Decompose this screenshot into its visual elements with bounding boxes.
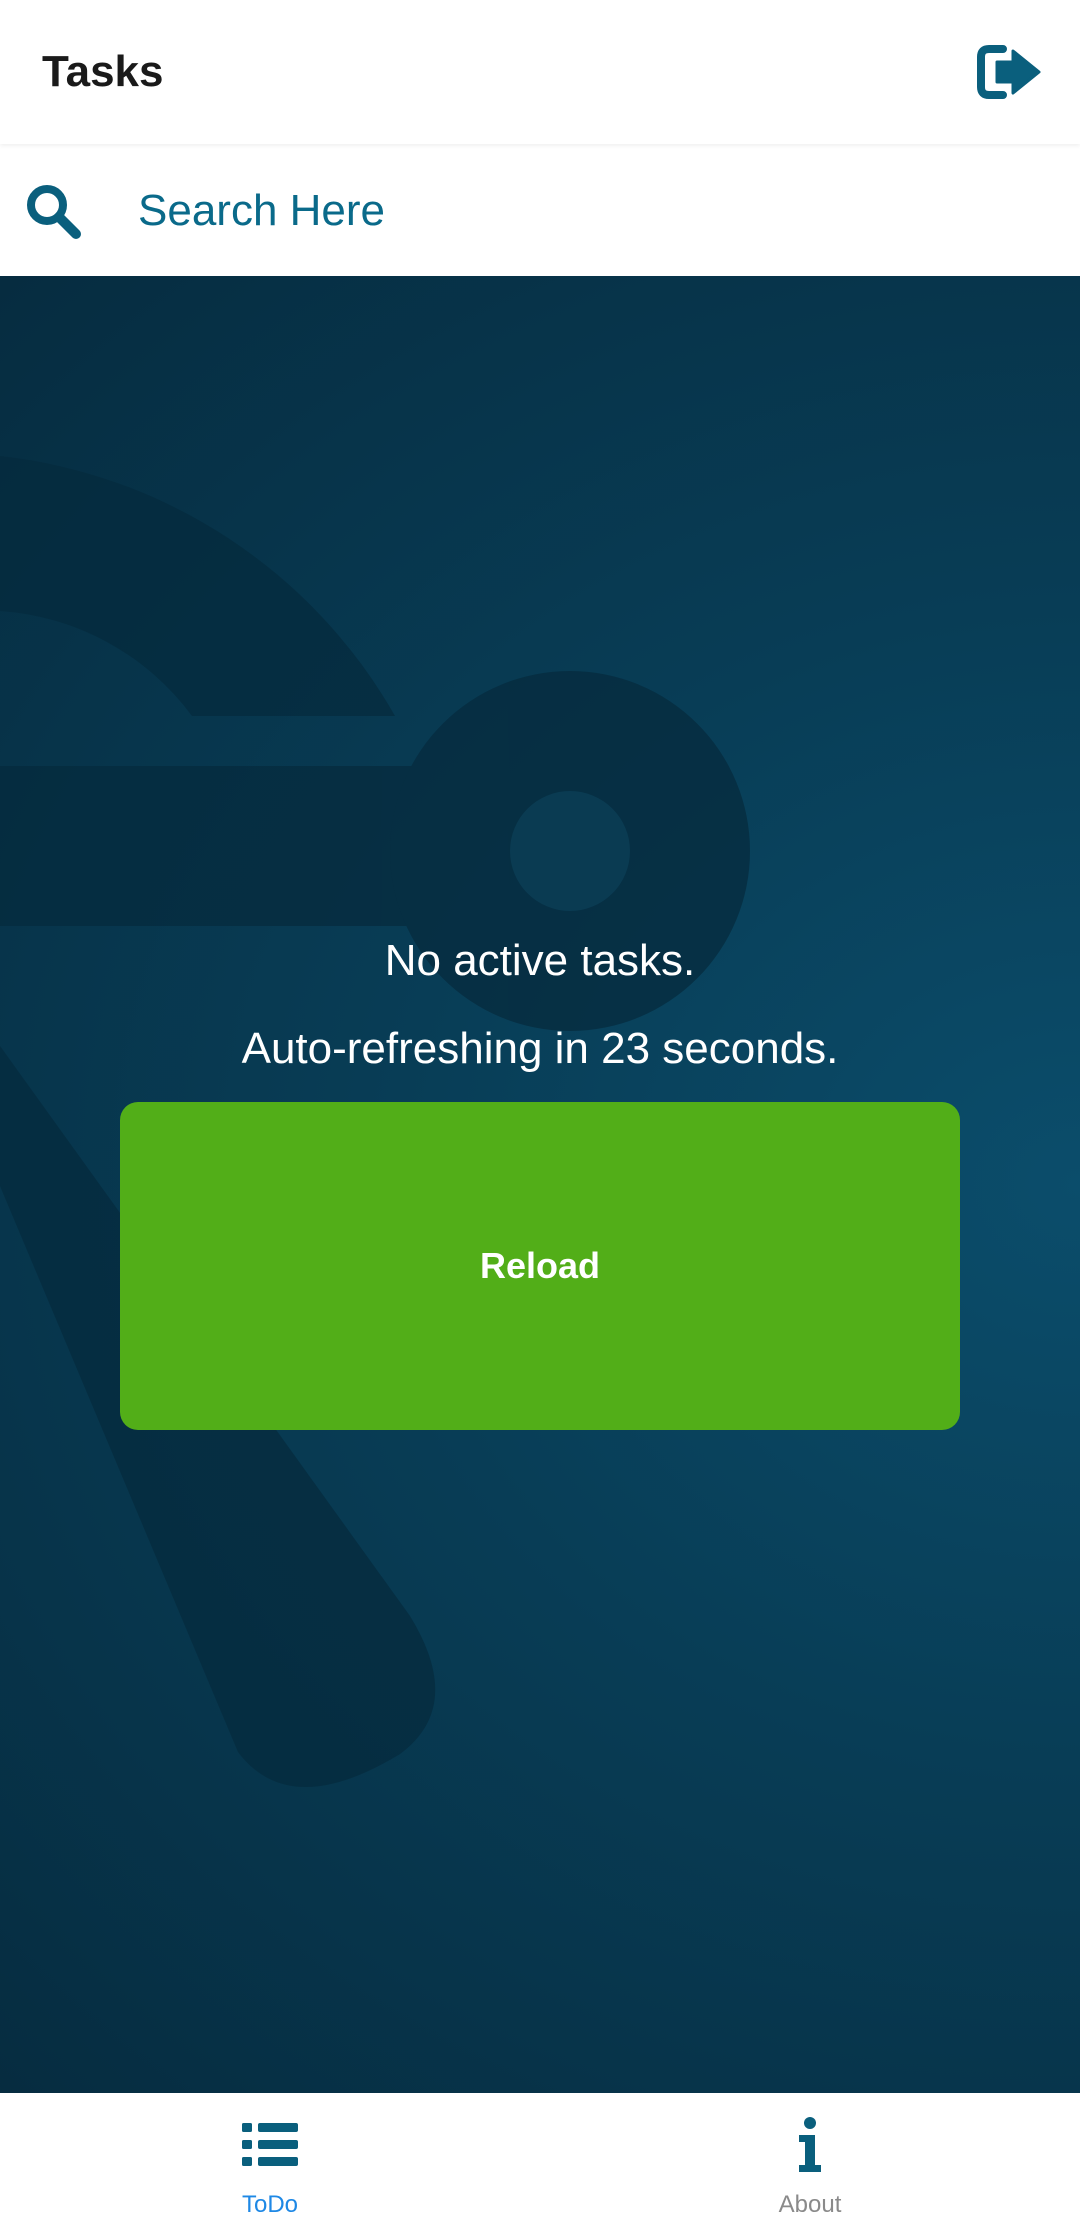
main-content: No active tasks. Auto-refreshing in 23 s… bbox=[0, 276, 1080, 2093]
info-icon bbox=[780, 2115, 840, 2175]
bottom-nav: ToDo About bbox=[0, 2093, 1080, 2221]
page-title: Tasks bbox=[42, 47, 164, 96]
reload-button[interactable]: Reload bbox=[120, 1102, 960, 1430]
search-input[interactable] bbox=[138, 171, 1038, 251]
tab-about-label: About bbox=[778, 2191, 842, 2218]
auto-refresh-message: Auto-refreshing in 23 seconds. bbox=[241, 1024, 839, 1073]
list-icon bbox=[240, 2115, 300, 2175]
sign-out-icon bbox=[977, 45, 1041, 99]
empty-state-message: No active tasks. bbox=[384, 936, 696, 985]
tab-todo[interactable]: ToDo bbox=[0, 2093, 540, 2221]
logout-button[interactable] bbox=[974, 36, 1046, 108]
search-icon[interactable] bbox=[22, 180, 84, 242]
tab-todo-label: ToDo bbox=[241, 2191, 299, 2218]
search-bar bbox=[0, 146, 1080, 276]
app-header: Tasks bbox=[0, 0, 1080, 144]
tab-about[interactable]: About bbox=[540, 2093, 1080, 2221]
